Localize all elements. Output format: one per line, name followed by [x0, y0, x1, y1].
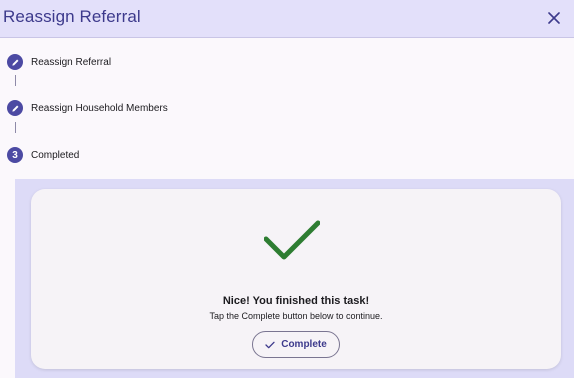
- step-circle: [7, 100, 23, 116]
- success-title: Nice! You finished this task!: [222, 295, 370, 307]
- close-icon: [548, 12, 560, 24]
- pencil-icon: [11, 59, 18, 66]
- step-reassign-referral[interactable]: Reassign Referral: [7, 53, 111, 71]
- complete-button[interactable]: Complete: [252, 331, 340, 358]
- checkmark-icon: [264, 220, 320, 260]
- close-button[interactable]: [544, 8, 564, 28]
- step-label: Reassign Household Members: [31, 102, 168, 114]
- completion-panel: Nice! You finished this task! Tap the Co…: [0, 179, 574, 378]
- step-label: Completed: [31, 149, 80, 161]
- step-connector: [15, 122, 16, 133]
- pencil-icon: [11, 105, 18, 112]
- step-connector: [15, 75, 16, 86]
- step-number: 3: [7, 147, 23, 163]
- dialog-header: Reassign Referral: [0, 0, 574, 38]
- stepper: Reassign Referral Reassign Household Mem…: [0, 39, 574, 179]
- complete-button-label: Complete: [281, 339, 327, 350]
- step-reassign-household-members[interactable]: Reassign Household Members: [7, 99, 168, 117]
- success-subtitle: Tap the Complete button below to continu…: [209, 311, 383, 321]
- step-completed[interactable]: 3 Completed: [7, 146, 79, 164]
- dialog: Reassign Referral Reassign Referral Reas…: [0, 0, 574, 378]
- panel-left-strip: [0, 179, 15, 378]
- check-icon: [265, 341, 275, 349]
- step-circle: [7, 54, 23, 70]
- completion-card: Nice! You finished this task! Tap the Co…: [31, 189, 561, 369]
- dialog-title: Reassign Referral: [3, 7, 141, 26]
- step-label: Reassign Referral: [31, 56, 112, 68]
